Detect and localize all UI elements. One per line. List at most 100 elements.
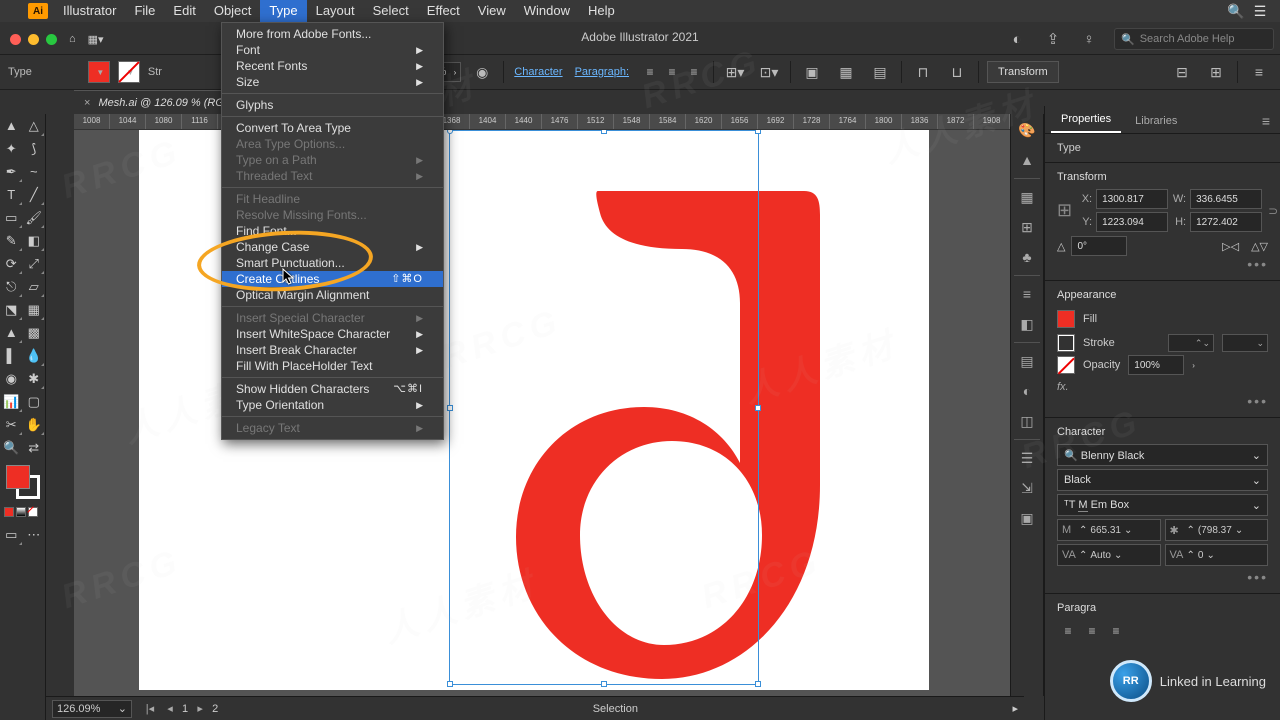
dock-color-icon[interactable]: 🎨 [1014, 118, 1040, 142]
selection-bounding-box[interactable] [449, 130, 759, 685]
menu-item-create-outlines[interactable]: Create Outlines⇧⌘O [222, 271, 443, 287]
stroke-swatch[interactable]: ▼ [118, 61, 140, 83]
minimize-window-icon[interactable] [28, 34, 39, 45]
appearance-more-icon[interactable]: ••• [1057, 393, 1268, 409]
zoom-window-icon[interactable] [46, 34, 57, 45]
menu-object[interactable]: Object [205, 0, 261, 22]
menu-edit[interactable]: Edit [164, 0, 204, 22]
align-center-icon[interactable]: ≡ [661, 61, 683, 83]
dock-layers-icon[interactable]: ☰ [1014, 446, 1040, 470]
fx-label[interactable]: fx. [1057, 381, 1069, 393]
appearance-opacity-field[interactable]: 100% [1128, 355, 1184, 375]
blend-tool-icon[interactable]: ◉ [0, 367, 23, 390]
toggle-fill-icon[interactable]: ⇄ [23, 436, 46, 459]
appearance-fill-swatch[interactable] [1057, 310, 1075, 328]
next-artboard-icon[interactable]: ▸ [192, 702, 208, 715]
dock-artboards-icon[interactable]: ▣ [1014, 506, 1040, 530]
menu-item-optical-margin-alignment[interactable]: Optical Margin Alignment [222, 287, 443, 303]
menu-item-insert-whitespace-character[interactable]: Insert WhiteSpace Character▶ [222, 326, 443, 342]
zoom-tool-icon[interactable]: 🔍 [0, 436, 23, 459]
transform-x-field[interactable]: 1300.817 [1096, 189, 1168, 209]
dock-asset-export-icon[interactable]: ⇲ [1014, 476, 1040, 500]
menu-item-insert-break-character[interactable]: Insert Break Character▶ [222, 342, 443, 358]
align-left-icon[interactable]: ≡ [639, 61, 661, 83]
font-style-field[interactable]: Black⌄ [1057, 469, 1268, 491]
envelope-options-icon[interactable]: ▦ [833, 59, 859, 85]
tab-properties[interactable]: Properties [1051, 107, 1121, 133]
para-align-center-icon[interactable]: ≡ [1081, 620, 1103, 642]
canvas[interactable]: Blenny [74, 130, 1024, 696]
search-menubar-icon[interactable]: 🔍 [1224, 3, 1248, 20]
artboard-tool-icon[interactable]: ▢ [23, 390, 46, 413]
transform-w-field[interactable]: 336.6455 [1190, 189, 1262, 209]
stroke-profile-field[interactable]: ⌄ [1222, 334, 1268, 352]
isolate-icon[interactable]: ⊟ [1169, 59, 1195, 85]
live-paint-tool-icon[interactable]: ▦ [23, 298, 46, 321]
envelope-mesh-icon[interactable]: ▤ [867, 59, 893, 85]
close-tab-icon[interactable]: × [84, 97, 90, 109]
gradient-tool-icon[interactable]: ▌ [0, 344, 23, 367]
eraser-tool-icon[interactable]: ◧ [23, 229, 46, 252]
magic-wand-tool-icon[interactable]: ✦ [0, 137, 23, 160]
dock-transparency-icon[interactable]: ▤ [1014, 349, 1040, 373]
transform-h-field[interactable]: 1272.402 [1190, 212, 1262, 232]
rotate-tool-icon[interactable]: ⟳ [0, 252, 23, 275]
transform-more-icon[interactable]: ••• [1057, 256, 1268, 272]
status-nav-right-icon[interactable]: ▸ [1012, 702, 1018, 715]
dock-gradient-icon[interactable]: ◧ [1014, 312, 1040, 336]
menu-item-font[interactable]: Font▶ [222, 42, 443, 58]
rotate-field[interactable]: 0° [1071, 236, 1127, 256]
font-size-field[interactable]: M⌃665.31⌄ [1057, 519, 1161, 541]
lasso-tool-icon[interactable]: ⟆ [23, 137, 46, 160]
paragraph-panel-link[interactable]: Paragraph: [575, 66, 629, 78]
edit-toolbar-icon[interactable]: ⋯ [23, 523, 46, 546]
warp-icon[interactable]: ⊓ [910, 59, 936, 85]
menu-window[interactable]: Window [515, 0, 579, 22]
menu-illustrator[interactable]: Illustrator [54, 0, 125, 22]
appearance-stroke-swatch[interactable] [1057, 334, 1075, 352]
screen-mode-icon[interactable]: ▭ [0, 523, 23, 546]
curvature-tool-icon[interactable]: ~ [23, 160, 46, 183]
dock-appearance-icon[interactable]: ◐ [1014, 379, 1040, 403]
menu-effect[interactable]: Effect [418, 0, 469, 22]
menu-view[interactable]: View [469, 0, 515, 22]
menu-type[interactable]: Type [260, 0, 306, 22]
pen-tool-icon[interactable]: ✒ [0, 160, 23, 183]
first-artboard-icon[interactable]: |◂ [142, 702, 158, 715]
menu-select[interactable]: Select [364, 0, 418, 22]
dock-stroke-icon[interactable]: ≡ [1014, 282, 1040, 306]
column-graph-tool-icon[interactable]: 📊 [0, 390, 23, 413]
menu-extras-icon[interactable]: ☰ [1248, 3, 1272, 20]
transform-dropdown[interactable]: Transform [987, 61, 1059, 83]
scale-tool-icon[interactable]: ⤢ [23, 252, 46, 275]
selection-tool-icon[interactable]: ▲ [0, 114, 23, 137]
cloud-user-icon[interactable]: ◐ [1006, 28, 1028, 50]
mesh-tool-icon[interactable]: ▩ [23, 321, 46, 344]
align-objects-icon[interactable]: ⊞▾ [722, 59, 748, 85]
paintbrush-tool-icon[interactable]: 🖌 [23, 206, 46, 229]
stroke-weight-field[interactable]: ⌃⌄ [1168, 334, 1214, 352]
align-right-icon[interactable]: ≡ [683, 61, 705, 83]
character-more-icon[interactable]: ••• [1057, 569, 1268, 585]
arrange-docs-icon[interactable]: ▦▾ [88, 33, 104, 46]
document-tab[interactable]: × Mesh.ai @ 126.09 % (RG [74, 90, 234, 114]
prev-artboard-icon[interactable]: ◂ [162, 702, 178, 715]
menu-item-find-font[interactable]: Find Font... [222, 223, 443, 239]
menu-item-type-orientation[interactable]: Type Orientation▶ [222, 397, 443, 413]
envelope-icon[interactable]: ▣ [799, 59, 825, 85]
perspective-tool-icon[interactable]: ▲ [0, 321, 23, 344]
slice-tool-icon[interactable]: ✂ [0, 413, 23, 436]
panel-menu-icon[interactable]: ≡ [1258, 109, 1274, 133]
dock-brushes-icon[interactable]: ♣ [1014, 245, 1040, 269]
symbol-sprayer-tool-icon[interactable]: ✱ [23, 367, 46, 390]
hand-tool-icon[interactable]: ✋ [23, 413, 46, 436]
appearance-opacity-icon[interactable] [1057, 356, 1075, 374]
direct-selection-tool-icon[interactable]: △ [23, 114, 46, 137]
eyedropper-tool-icon[interactable]: 💧 [23, 344, 46, 367]
color-mode-row[interactable] [0, 505, 45, 519]
embox-field[interactable]: ᵀT M Em Box⌄ [1057, 494, 1268, 516]
menu-item-convert-to-area-type[interactable]: Convert To Area Type [222, 120, 443, 136]
flip-v-icon[interactable]: △▽ [1251, 240, 1268, 253]
shape-builder-tool-icon[interactable]: ⬔ [0, 298, 23, 321]
menu-item-change-case[interactable]: Change Case▶ [222, 239, 443, 255]
